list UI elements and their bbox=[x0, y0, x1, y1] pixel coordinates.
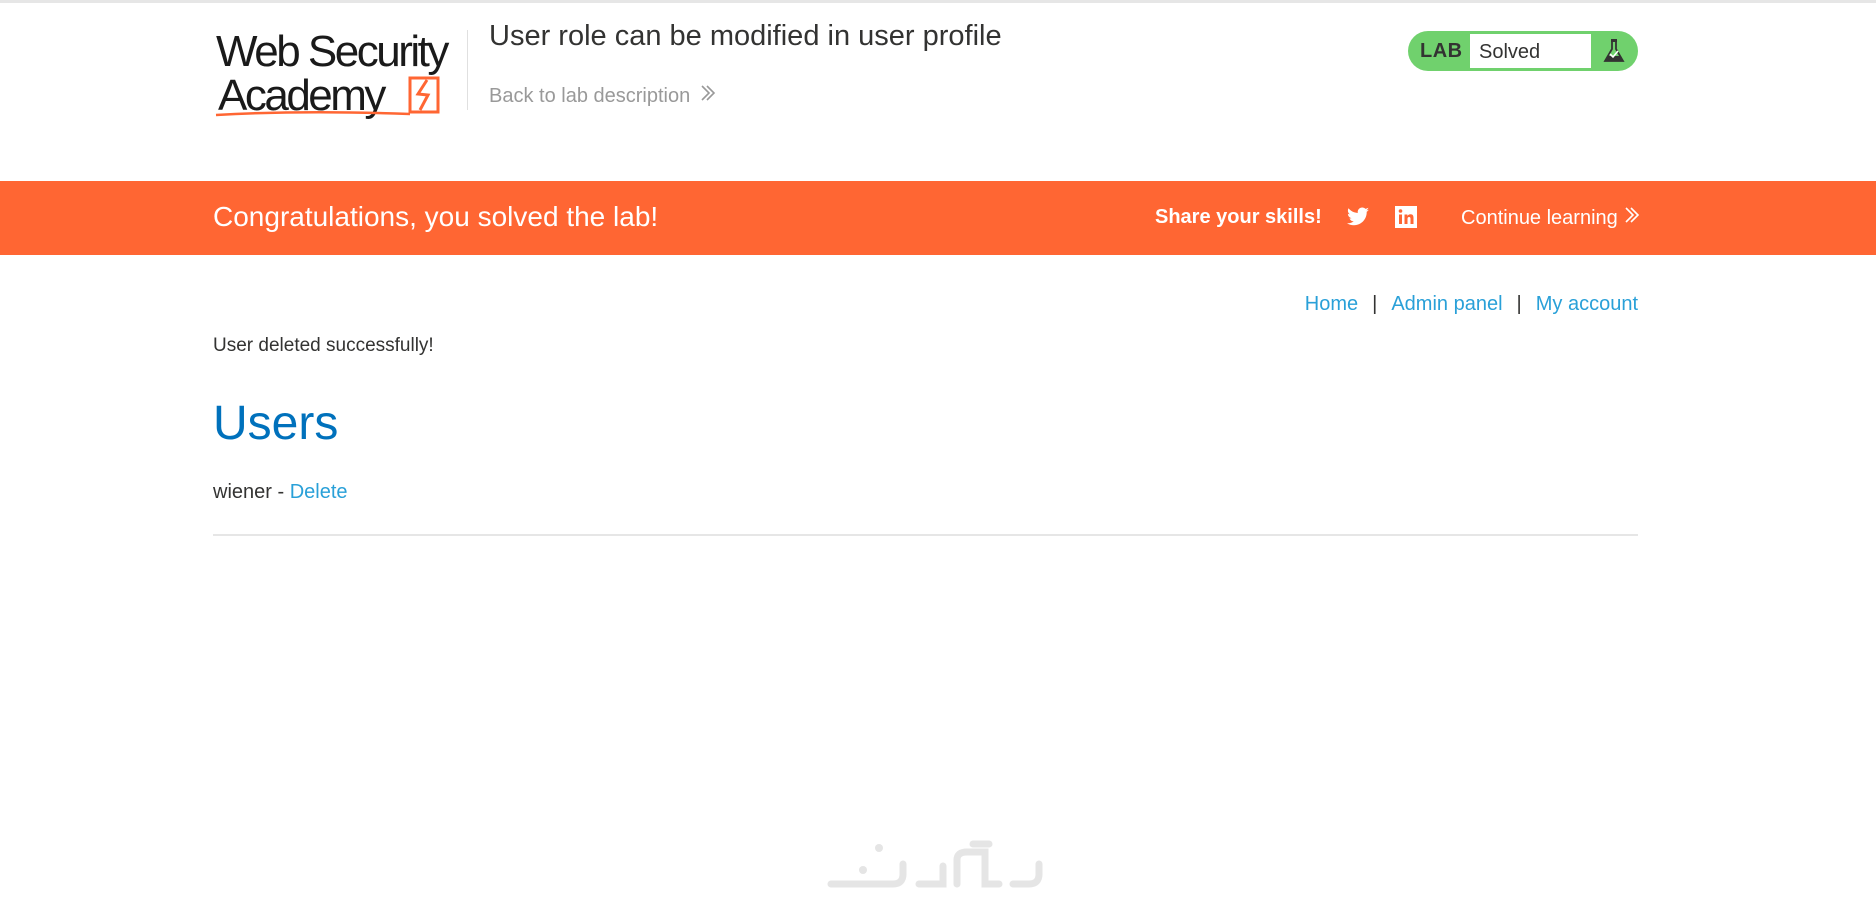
twitter-icon[interactable] bbox=[1345, 205, 1371, 234]
congratulations-message: Congratulations, you solved the lab! bbox=[213, 201, 659, 232]
lab-title: User role can be modified in user profil… bbox=[489, 20, 1002, 52]
continue-learning-link[interactable]: Continue learning bbox=[1461, 206, 1640, 230]
solved-banner: Congratulations, you solved the lab! Sha… bbox=[0, 181, 1876, 255]
page-title: Users bbox=[213, 397, 339, 450]
content-divider bbox=[213, 534, 1638, 536]
nav-separator: | bbox=[1516, 293, 1522, 315]
web-security-academy-logo[interactable]: Web Security Academy bbox=[214, 28, 466, 120]
share-skills-label: Share your skills! bbox=[1155, 206, 1322, 228]
nav-separator: | bbox=[1372, 293, 1378, 315]
lab-state-box: Solved bbox=[1469, 33, 1592, 69]
lab-status-widget[interactable]: LAB Solved bbox=[1408, 31, 1638, 71]
lab-state-label: Solved bbox=[1479, 41, 1541, 63]
status-message: User deleted successfully! bbox=[213, 335, 434, 356]
logo-line1: Web Security bbox=[216, 28, 449, 76]
user-name: wiener bbox=[213, 481, 272, 503]
delete-user-link[interactable]: Delete bbox=[290, 481, 348, 503]
user-separator: - bbox=[271, 481, 290, 503]
site-watermark-logo bbox=[823, 840, 1053, 895]
top-navigation: Home | Admin panel | My account bbox=[1305, 293, 1638, 316]
double-chevron-right-icon bbox=[1624, 206, 1640, 230]
academy-lightning-icon bbox=[408, 76, 440, 114]
header-divider bbox=[467, 30, 468, 110]
user-list-item: wiener - Delete bbox=[213, 481, 348, 504]
top-border bbox=[0, 0, 1876, 3]
double-chevron-right-icon bbox=[700, 84, 716, 108]
nav-home-link[interactable]: Home bbox=[1305, 293, 1358, 316]
lab-badge: LAB bbox=[1420, 40, 1463, 62]
continue-learning-label: Continue learning bbox=[1461, 206, 1618, 229]
nav-admin-panel-link[interactable]: Admin panel bbox=[1391, 293, 1502, 316]
back-to-lab-description-link[interactable]: Back to lab description bbox=[489, 84, 716, 108]
nav-my-account-link[interactable]: My account bbox=[1536, 293, 1638, 316]
flask-icon bbox=[1603, 38, 1625, 69]
back-link-label: Back to lab description bbox=[489, 84, 691, 107]
linkedin-icon[interactable] bbox=[1394, 205, 1418, 234]
